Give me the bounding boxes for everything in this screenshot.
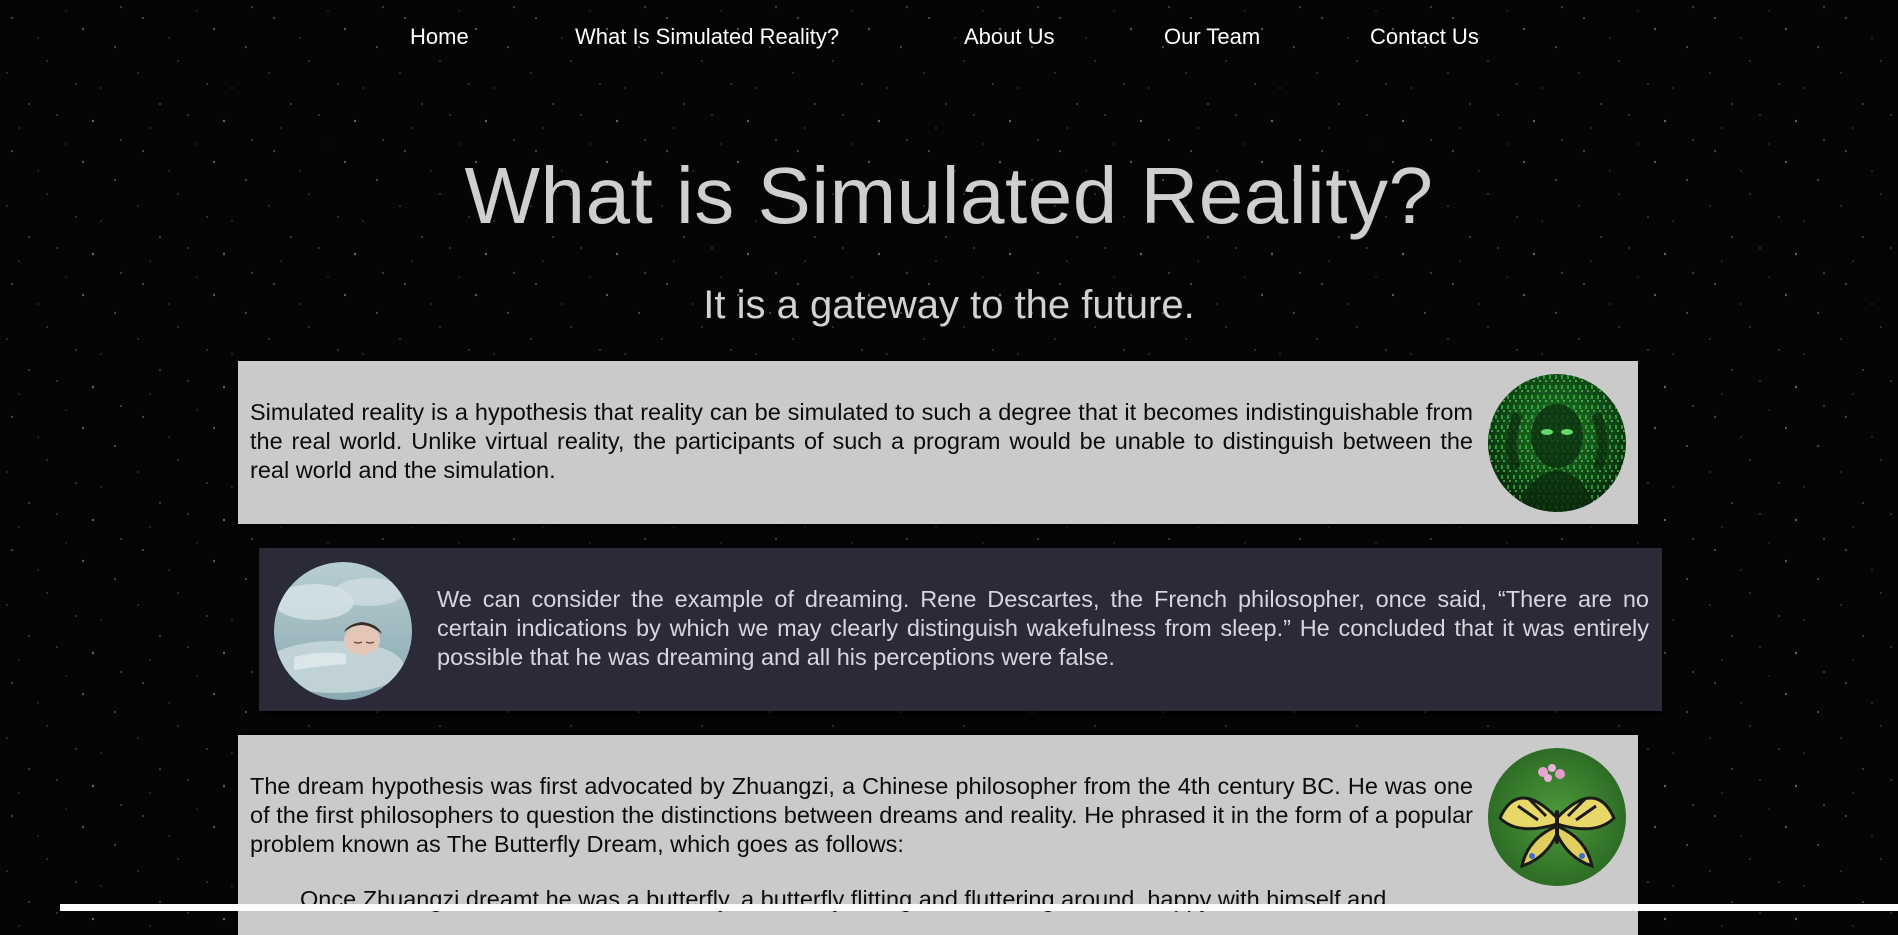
page-title: What is Simulated Reality?: [464, 151, 1434, 240]
nav-home-link[interactable]: Home: [410, 24, 469, 50]
nav-our-team-link[interactable]: Our Team: [1164, 24, 1260, 50]
nav-contact-us-link[interactable]: Contact Us: [1370, 24, 1479, 50]
nav-about-us-link[interactable]: About Us: [964, 24, 1055, 50]
intro-panel: Simulated reality is a hypothesis that r…: [238, 361, 1638, 524]
butterfly-image: [1488, 748, 1626, 886]
matrix-face-image: [1488, 374, 1626, 512]
sleeping-woman-image: [274, 562, 412, 700]
dreaming-text: We can consider the example of dreaming.…: [437, 586, 1649, 670]
bottom-scroll-edge: [60, 904, 1898, 911]
page-subtitle: It is a gateway to the future.: [703, 283, 1195, 327]
dreaming-panel: We can consider the example of dreaming.…: [259, 548, 1662, 711]
nav-what-is-simulated-reality-link[interactable]: What Is Simulated Reality?: [575, 24, 839, 50]
intro-text: Simulated reality is a hypothesis that r…: [250, 399, 1473, 483]
butterfly-dream-text: The dream hypothesis was first advocated…: [250, 773, 1473, 857]
